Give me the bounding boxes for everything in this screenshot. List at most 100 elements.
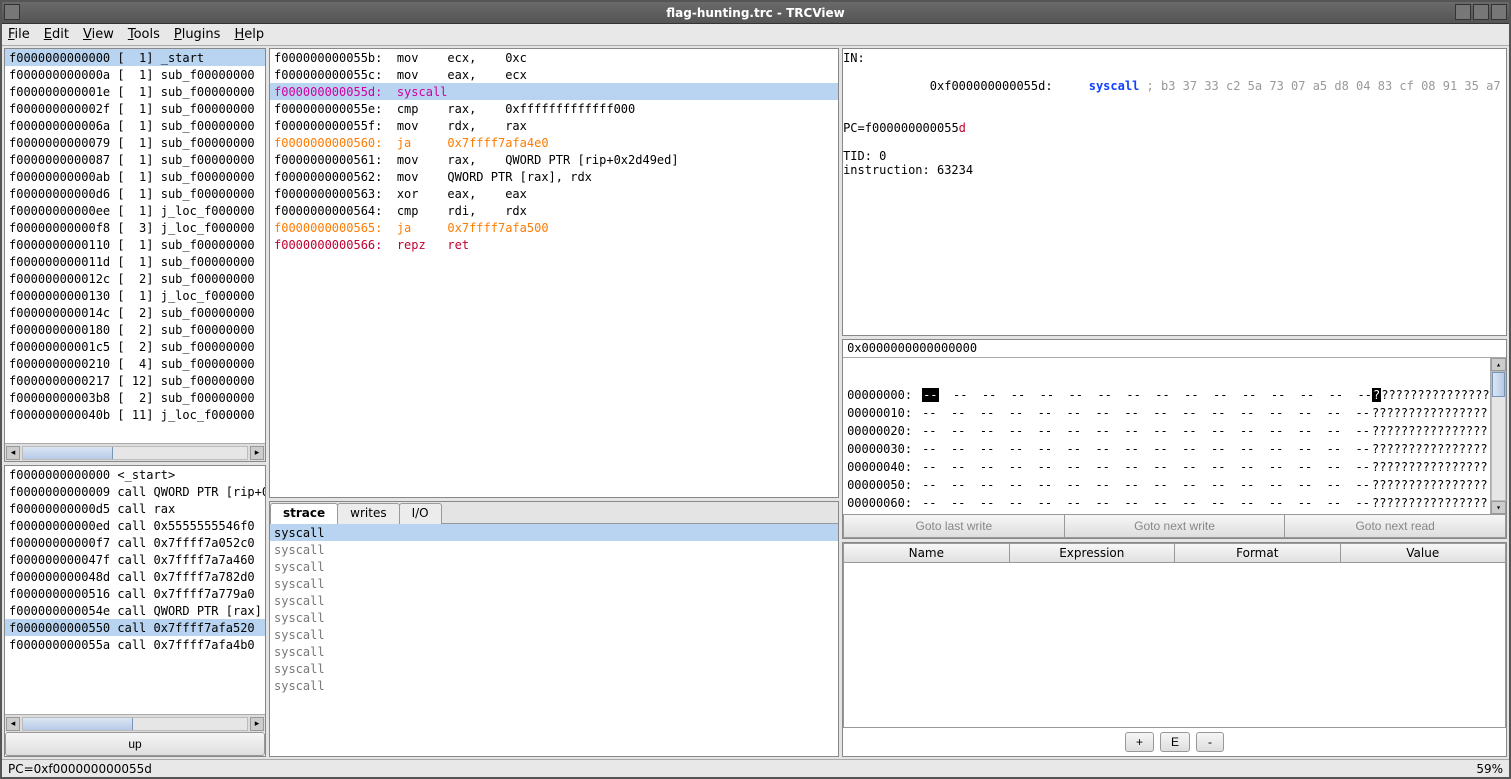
call-row[interactable]: f0000000000516 call 0x7ffff7a779a0 xyxy=(5,585,265,602)
call-row[interactable]: f00000000000ed call 0x5555555546f0 xyxy=(5,517,265,534)
disasm-row[interactable]: f000000000055e: cmp rax, 0xfffffffffffff… xyxy=(270,100,838,117)
tab-writes[interactable]: writes xyxy=(337,503,399,524)
strace-list[interactable]: syscallsyscallsyscallsyscallsyscallsysca… xyxy=(270,524,838,756)
window-title: flag-hunting.trc - TRCView xyxy=(666,6,844,20)
hex-address-header[interactable]: 0x0000000000000000 xyxy=(843,340,1506,358)
symbols-row[interactable]: f0000000000210 [ 4] sub_f00000000 xyxy=(5,355,265,372)
expr-add-button[interactable]: + xyxy=(1125,732,1154,752)
call-row[interactable]: f000000000055a call 0x7ffff7afa4b0 xyxy=(5,636,265,653)
symbols-row[interactable]: f00000000003b8 [ 2] sub_f00000000 xyxy=(5,389,265,406)
hex-row[interactable]: 00000010:-- -- -- -- -- -- -- -- -- -- -… xyxy=(843,404,1506,422)
hex-row[interactable]: 00000040:-- -- -- -- -- -- -- -- -- -- -… xyxy=(843,458,1506,476)
tab-strace[interactable]: strace xyxy=(270,503,338,524)
disasm-row[interactable]: f000000000055c: mov eax, ecx xyxy=(270,66,838,83)
strace-row[interactable]: syscall xyxy=(270,643,838,660)
strace-row[interactable]: syscall xyxy=(270,524,838,541)
hex-vscroll[interactable]: ▴ ▾ xyxy=(1490,358,1506,514)
info-panel: IN: 0xf000000000055d: syscall ; b3 37 33… xyxy=(842,48,1507,336)
hex-row[interactable]: 00000050:-- -- -- -- -- -- -- -- -- -- -… xyxy=(843,476,1506,494)
hex-row[interactable]: 00000020:-- -- -- -- -- -- -- -- -- -- -… xyxy=(843,422,1506,440)
symbols-row[interactable]: f000000000012c [ 2] sub_f00000000 xyxy=(5,270,265,287)
minimize-button[interactable] xyxy=(1455,4,1471,20)
symbols-row[interactable]: f0000000000130 [ 1] j_loc_f000000 xyxy=(5,287,265,304)
strace-row[interactable]: syscall xyxy=(270,541,838,558)
menu-file[interactable]: File xyxy=(8,27,30,42)
disasm-row[interactable]: f0000000000565: ja 0x7ffff7afa500 xyxy=(270,219,838,236)
window-titlebar: flag-hunting.trc - TRCView xyxy=(2,2,1509,24)
disassembly-list[interactable]: f000000000055b: mov ecx, 0xcf00000000005… xyxy=(270,49,838,497)
hex-row[interactable]: 00000070:-- -- -- -- -- -- -- -- -- -- -… xyxy=(843,512,1506,514)
strace-row[interactable]: syscall xyxy=(270,592,838,609)
disasm-row[interactable]: f0000000000563: xor eax, eax xyxy=(270,185,838,202)
th-name[interactable]: Name xyxy=(843,543,1009,563)
th-value[interactable]: Value xyxy=(1340,543,1506,563)
symbols-row[interactable]: f00000000000ab [ 1] sub_f00000000 xyxy=(5,168,265,185)
disasm-row[interactable]: f0000000000561: mov rax, QWORD PTR [rip+… xyxy=(270,151,838,168)
hex-row[interactable]: 00000030:-- -- -- -- -- -- -- -- -- -- -… xyxy=(843,440,1506,458)
watch-table-body[interactable] xyxy=(843,563,1506,728)
maximize-button[interactable] xyxy=(1473,4,1489,20)
call-stack-list[interactable]: f0000000000000 <_start>f0000000000009 ca… xyxy=(5,466,265,714)
disasm-row[interactable]: f000000000055b: mov ecx, 0xc xyxy=(270,49,838,66)
calls-hscroll[interactable]: ◂▸ xyxy=(5,714,265,732)
call-row[interactable]: f00000000000d5 call rax xyxy=(5,500,265,517)
symbols-hscroll[interactable]: ◂▸ xyxy=(5,443,265,461)
hex-row[interactable]: 00000000:-- -- -- -- -- -- -- -- -- -- -… xyxy=(843,386,1506,404)
call-row[interactable]: f000000000047f call 0x7ffff7a7a460 xyxy=(5,551,265,568)
disasm-row[interactable]: f0000000000560: ja 0x7ffff7afa4e0 xyxy=(270,134,838,151)
symbols-row[interactable]: f000000000001e [ 1] sub_f00000000 xyxy=(5,83,265,100)
symbols-row[interactable]: f0000000000087 [ 1] sub_f00000000 xyxy=(5,151,265,168)
disasm-row[interactable]: f0000000000566: repz ret xyxy=(270,236,838,253)
symbols-row[interactable]: f000000000006a [ 1] sub_f00000000 xyxy=(5,117,265,134)
symbols-row[interactable]: f00000000000f8 [ 3] j_loc_f000000 xyxy=(5,219,265,236)
strace-row[interactable]: syscall xyxy=(270,677,838,694)
close-button[interactable] xyxy=(1491,4,1507,20)
window-menu-icon[interactable] xyxy=(4,4,20,20)
disasm-row[interactable]: f000000000055d: syscall xyxy=(270,83,838,100)
expr-remove-button[interactable]: - xyxy=(1196,732,1224,752)
symbols-row[interactable]: f0000000000000 [ 1] _start xyxy=(5,49,265,66)
symbols-row[interactable]: f0000000000217 [ 12] sub_f00000000 xyxy=(5,372,265,389)
symbols-row[interactable]: f000000000000a [ 1] sub_f00000000 xyxy=(5,66,265,83)
goto-next-read-button[interactable]: Goto next read xyxy=(1284,514,1506,538)
hex-row[interactable]: 00000060:-- -- -- -- -- -- -- -- -- -- -… xyxy=(843,494,1506,512)
menu-plugins[interactable]: Plugins xyxy=(174,27,221,42)
disasm-row[interactable]: f000000000055f: mov rdx, rax xyxy=(270,117,838,134)
menu-tools[interactable]: Tools xyxy=(128,27,160,42)
strace-row[interactable]: syscall xyxy=(270,626,838,643)
symbols-row[interactable]: f00000000001c5 [ 2] sub_f00000000 xyxy=(5,338,265,355)
symbols-row[interactable]: f0000000000180 [ 2] sub_f00000000 xyxy=(5,321,265,338)
menu-edit[interactable]: Edit xyxy=(44,27,69,42)
strace-row[interactable]: syscall xyxy=(270,575,838,592)
tab-io[interactable]: I/O xyxy=(399,503,442,524)
menu-help[interactable]: Help xyxy=(234,27,264,42)
symbols-row[interactable]: f0000000000110 [ 1] sub_f00000000 xyxy=(5,236,265,253)
goto-last-write-button[interactable]: Goto last write xyxy=(843,514,1065,538)
disasm-row[interactable]: f0000000000564: cmp rdi, rdx xyxy=(270,202,838,219)
call-row[interactable]: f0000000000009 call QWORD PTR [rip+0 xyxy=(5,483,265,500)
call-row[interactable]: f000000000048d call 0x7ffff7a782d0 xyxy=(5,568,265,585)
symbols-row[interactable]: f000000000002f [ 1] sub_f00000000 xyxy=(5,100,265,117)
strace-row[interactable]: syscall xyxy=(270,609,838,626)
call-row[interactable]: f000000000054e call QWORD PTR [rax] xyxy=(5,602,265,619)
disasm-row[interactable]: f0000000000562: mov QWORD PTR [rax], rdx xyxy=(270,168,838,185)
th-format[interactable]: Format xyxy=(1174,543,1340,563)
symbols-list[interactable]: f0000000000000 [ 1] _startf000000000000a… xyxy=(5,49,265,443)
strace-row[interactable]: syscall xyxy=(270,660,838,677)
call-row[interactable]: f00000000000f7 call 0x7ffff7a052c0 xyxy=(5,534,265,551)
call-row[interactable]: f0000000000550 call 0x7ffff7afa520 xyxy=(5,619,265,636)
goto-next-write-button[interactable]: Goto next write xyxy=(1064,514,1286,538)
symbols-row[interactable]: f00000000000ee [ 1] j_loc_f000000 xyxy=(5,202,265,219)
menu-view[interactable]: View xyxy=(83,27,114,42)
symbols-row[interactable]: f000000000040b [ 11] j_loc_f000000 xyxy=(5,406,265,423)
strace-row[interactable]: syscall xyxy=(270,558,838,575)
up-button[interactable]: up xyxy=(5,732,265,756)
symbols-row[interactable]: f000000000011d [ 1] sub_f00000000 xyxy=(5,253,265,270)
symbols-row[interactable]: f0000000000079 [ 1] sub_f00000000 xyxy=(5,134,265,151)
symbols-row[interactable]: f000000000014c [ 2] sub_f00000000 xyxy=(5,304,265,321)
hex-dump[interactable]: 00000000:-- -- -- -- -- -- -- -- -- -- -… xyxy=(843,358,1506,514)
call-row[interactable]: f0000000000000 <_start> xyxy=(5,466,265,483)
th-expression[interactable]: Expression xyxy=(1009,543,1175,563)
expr-edit-button[interactable]: E xyxy=(1160,732,1190,752)
symbols-row[interactable]: f00000000000d6 [ 1] sub_f00000000 xyxy=(5,185,265,202)
